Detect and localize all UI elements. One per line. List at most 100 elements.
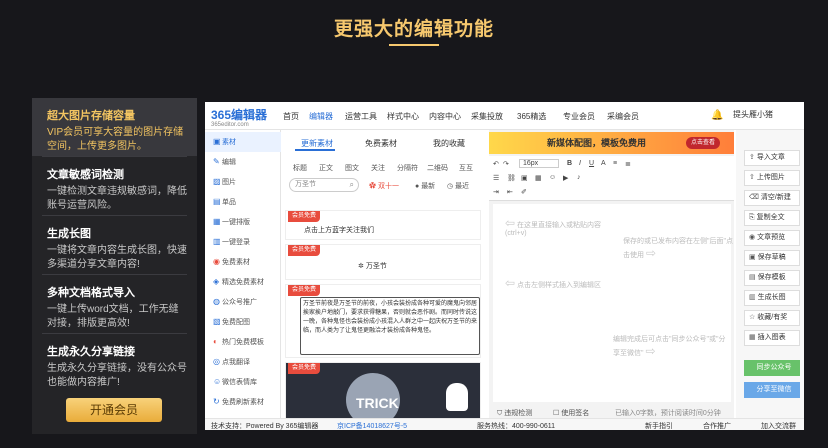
feature-item-sensitive[interactable]: 文章敏感词检测 一键检测文章违规敏感词，降低账号运营风险。 (32, 157, 197, 215)
undo-icon[interactable]: ↶ (493, 160, 499, 168)
align-left-icon[interactable]: ≡ (613, 160, 617, 167)
user-name[interactable]: 提头雁小猪 (733, 109, 773, 120)
filter-recent[interactable]: ◷ 最近 (447, 181, 469, 191)
sync-wechat-button[interactable]: 同步公众号 (744, 360, 800, 376)
nav-style-center[interactable]: 样式中心 (387, 111, 419, 122)
long-image-icon: ▥ (749, 294, 756, 301)
material-card[interactable]: 会员免费 TRICK (285, 362, 481, 427)
link-icon[interactable]: ⛓ (507, 174, 516, 182)
chip-graphic[interactable]: 图文 (345, 163, 359, 173)
tab-favorites[interactable]: 我的收藏 (433, 138, 465, 149)
arrow-left-icon: ⇦ (505, 276, 516, 290)
material-search-input[interactable]: 万圣节 ⌕ (289, 178, 359, 192)
nav-home[interactable]: 首页 (283, 111, 299, 122)
favorite-button[interactable]: ☆ 收藏/有奖 (744, 310, 800, 326)
feature-title: 生成长图 (47, 228, 91, 240)
chip-follow[interactable]: 关注 (371, 163, 385, 173)
sidebar-item-edit[interactable]: ✎ 编辑 (205, 152, 281, 172)
format-brush-icon[interactable]: ✐ (521, 188, 527, 196)
video-icon[interactable]: ▶ (563, 174, 568, 182)
save-draft-button[interactable]: ▣ 保存草稿 (744, 250, 800, 266)
free-icon: ◉ (213, 257, 220, 266)
footer-guide-button[interactable]: 新手指引 (645, 421, 673, 430)
sidebar-item-refresh[interactable]: ↻ 免费刷新素材 (205, 392, 281, 412)
chip-body[interactable]: 正文 (319, 163, 333, 173)
feature-item-import[interactable]: 多种文档格式导入 一键上传word文档，工作无缝对接，排版更高效! (32, 275, 197, 333)
upload-image-button[interactable]: ⇧ 上传图片 (744, 170, 800, 186)
page-headline: 更强大的编辑功能 (333, 19, 494, 40)
music-icon[interactable]: ♪ (577, 174, 581, 181)
sidebar-item-free-image[interactable]: ▧免费配图 (205, 312, 281, 332)
preview-button[interactable]: ◉ 文章预览 (744, 230, 800, 246)
font-size-select[interactable]: 16px (519, 159, 559, 168)
filter-label: 最新 (421, 183, 436, 190)
feature-item-storage[interactable]: 超大图片存储容量 VIP会员可享大容量的图片存储空间，上传更多图片。 (32, 98, 197, 156)
footer-coop-button[interactable]: 合作推广 (703, 421, 731, 430)
tab-updated[interactable]: 更新素材 (301, 138, 333, 149)
nav-content-center[interactable]: 内容中心 (429, 111, 461, 122)
italic-icon[interactable]: I (579, 160, 581, 167)
filter-newest[interactable]: ● 最新 (415, 181, 435, 191)
sidebar-item-layout[interactable]: ▦一键排版 (205, 212, 281, 232)
nav-editor-member[interactable]: 采编会员 (607, 111, 639, 122)
chip-title[interactable]: 标题 (293, 163, 307, 173)
sidebar-item-free-material[interactable]: ◉ 免费素材 (205, 252, 281, 272)
sidebar-item-translate[interactable]: ◎ 点我翻译 (205, 352, 281, 372)
open-vip-button[interactable]: 开通会员 (66, 398, 162, 422)
align-center-icon[interactable]: ≣ (625, 160, 631, 168)
sidebar-item-picked[interactable]: ◈ 精选免费素材 (205, 272, 281, 292)
tab-free[interactable]: 免费素材 (365, 138, 397, 149)
save-template-button[interactable]: ▤ 保存模板 (744, 270, 800, 286)
editor-canvas[interactable]: ⇦ 在这里直接输入或粘贴内容(ctrl+v) 保存的或已发布内容在左侧"后面"点… (493, 204, 733, 402)
clear-new-button[interactable]: ⌫ 清空/新建 (744, 190, 800, 206)
sidebar-item-promo[interactable]: ◍ 公众号推广 (205, 292, 281, 312)
underline-icon[interactable]: U (589, 160, 594, 167)
sidebar-item-material[interactable]: ▣素材 (205, 132, 281, 152)
nav-pro-member[interactable]: 专业会员 (563, 111, 595, 122)
image-insert-icon[interactable]: ▣ (521, 174, 528, 182)
nav-editor[interactable]: 编辑器 (309, 111, 333, 122)
material-card[interactable]: 会员免费 点击上方蓝字关注我们 (285, 210, 481, 240)
clear-icon: ⌫ (749, 194, 759, 201)
banner-view-button[interactable]: 点击查看 (685, 137, 720, 149)
sidebar-item-single[interactable]: ▤单品 (205, 192, 281, 212)
share-wechat-button[interactable]: 分享至微信 (744, 382, 800, 398)
nav-365-picks[interactable]: 365精选 (517, 111, 546, 122)
filter-double11[interactable]: ✿ 双十一 (369, 181, 399, 191)
footer-group-button[interactable]: 加入交流群 (761, 421, 796, 430)
bold-icon[interactable]: B (567, 160, 572, 167)
outdent-icon[interactable]: ⇤ (507, 188, 513, 196)
chip-qrcode[interactable]: 二维码 (427, 163, 448, 173)
sidebar-item-image[interactable]: ▨图片 (205, 172, 281, 192)
sidebar-item-emoji[interactable]: ☺微信表情库 (205, 372, 281, 392)
list-icon[interactable]: ☰ (493, 174, 499, 182)
feature-item-share[interactable]: 生成永久分享链接 生成永久分享链接，没有公众号也能做内容推广! (32, 334, 197, 392)
color-icon[interactable]: A (601, 160, 606, 167)
logo[interactable]: 365编辑器 365editor.com (211, 106, 267, 128)
chip-more[interactable]: 互互 (459, 163, 473, 173)
ghost-image (446, 383, 468, 411)
long-image-button[interactable]: ▥ 生成长图 (744, 290, 800, 306)
feature-item-longimage[interactable]: 生成长图 一键将文章内容生成长图，快速多渠道分享文章内容! (32, 216, 197, 274)
chip-divider[interactable]: 分隔符 (397, 163, 418, 173)
bell-icon[interactable]: 🔔 (711, 110, 723, 121)
sidebar-label: 免费配图 (222, 319, 250, 326)
sidebar-item-hot-template[interactable]: ◐ 热门免费模板 (205, 332, 281, 352)
material-card[interactable]: 会员免费 万圣节前夜是万圣节的前夜，小孩会装扮成各种可爱的魔鬼向邻居挨家挨户地敲… (285, 284, 481, 358)
footer-icp-link[interactable]: 京ICP备14018627号-5 (337, 421, 407, 430)
copy-all-button[interactable]: ⎘ 复制全文 (744, 210, 800, 226)
sidebar-item-login[interactable]: ▥一键登录 (205, 232, 281, 252)
table-icon[interactable]: ▦ (535, 174, 542, 182)
violation-check[interactable]: ⛉ 违规检测 (497, 408, 532, 418)
emoji-icon: ☺ (213, 377, 222, 386)
insert-chart-button[interactable]: ▦ 插入图表 (744, 330, 800, 346)
nav-collect[interactable]: 采集投放 (471, 111, 503, 122)
redo-icon[interactable]: ↷ (503, 160, 509, 168)
promo-banner[interactable]: 新媒体配图，模板免费用 点击查看 (489, 132, 734, 154)
material-card[interactable]: 会员免费 ✲ 万圣节 (285, 244, 481, 280)
indent-icon[interactable]: ⇥ (493, 188, 499, 196)
use-signature[interactable]: ☐ 使用签名 (553, 408, 589, 418)
nav-ops-tools[interactable]: 运营工具 (345, 111, 377, 122)
import-article-button[interactable]: ⇪ 导入文章 (744, 150, 800, 166)
emoji-insert-icon[interactable]: ☺ (549, 174, 556, 181)
